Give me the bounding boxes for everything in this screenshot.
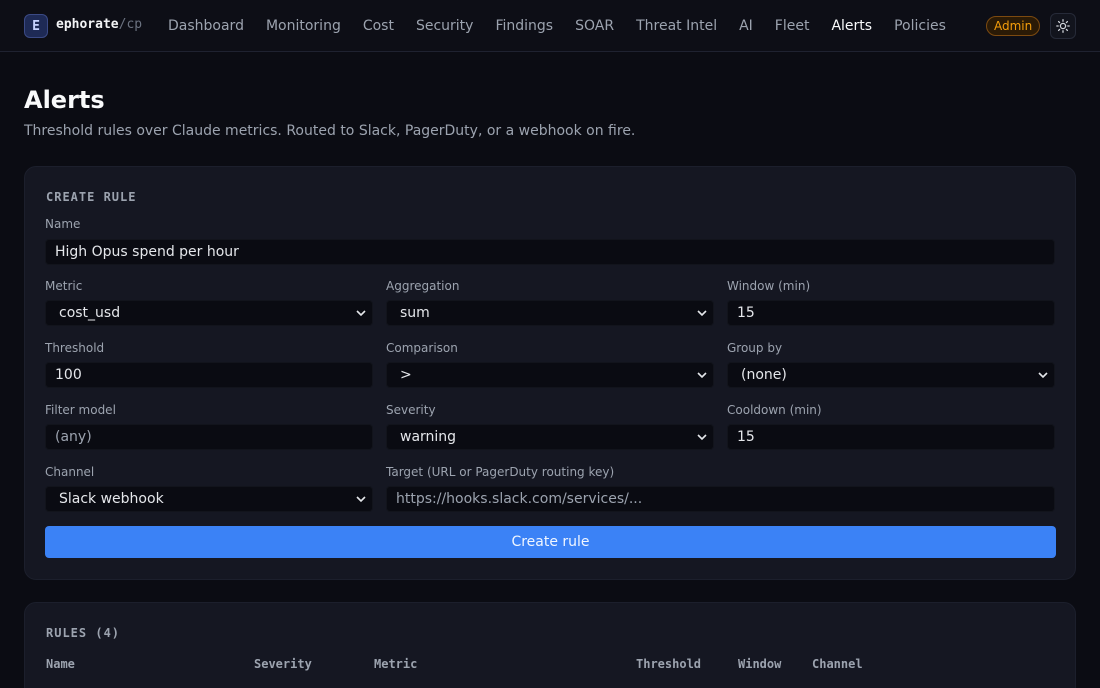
cooldown-label: Cooldown (min) xyxy=(727,403,822,417)
chevron-down-icon xyxy=(697,434,707,441)
nav-item-fleet[interactable]: Fleet xyxy=(775,18,810,34)
nav-item-soar[interactable]: SOAR xyxy=(575,18,614,34)
channel-label: Channel xyxy=(45,465,95,479)
threshold-label: Threshold xyxy=(45,341,105,355)
group-by-select-value: (none) xyxy=(741,367,787,383)
nav-item-ai[interactable]: AI xyxy=(739,18,753,34)
name-label: Name xyxy=(45,217,81,231)
sun-icon xyxy=(1056,19,1070,33)
metric-select[interactable]: cost_usd xyxy=(45,300,373,326)
create-rule-heading: CREATE RULE xyxy=(46,190,137,204)
chevron-down-icon xyxy=(697,372,707,379)
top-nav: E ephorate/cp Dashboard Monitoring Cost … xyxy=(0,0,1100,52)
theme-toggle-button[interactable] xyxy=(1050,13,1076,39)
severity-select[interactable]: warning xyxy=(386,424,714,450)
nav-item-security[interactable]: Security xyxy=(416,18,474,34)
create-rule-card: CREATE RULE Name High Opus spend per hou… xyxy=(24,166,1076,580)
metric-label: Metric xyxy=(45,279,83,293)
comparison-label: Comparison xyxy=(386,341,458,355)
aggregation-label: Aggregation xyxy=(386,279,460,293)
nav-menu: Dashboard Monitoring Cost Security Findi… xyxy=(168,0,968,52)
page-title: Alerts xyxy=(24,86,105,114)
logo-icon[interactable]: E xyxy=(24,14,48,38)
brand-name[interactable]: ephorate/cp xyxy=(56,17,142,32)
column-header-severity: Severity xyxy=(254,657,312,671)
column-header-threshold: Threshold xyxy=(636,657,702,671)
comparison-select[interactable]: > xyxy=(386,362,714,388)
rules-card: RULES (4) Name Severity Metric Threshold… xyxy=(24,602,1076,688)
create-rule-button[interactable]: Create rule xyxy=(45,526,1056,558)
window-input[interactable]: 15 xyxy=(727,300,1055,326)
nav-item-threat-intel[interactable]: Threat Intel xyxy=(636,18,717,34)
window-label: Window (min) xyxy=(727,279,811,293)
column-header-metric: Metric xyxy=(374,657,418,671)
nav-item-monitoring[interactable]: Monitoring xyxy=(266,18,341,34)
channel-select[interactable]: Slack webhook xyxy=(45,486,373,512)
group-by-select[interactable]: (none) xyxy=(727,362,1055,388)
target-label: Target (URL or PagerDuty routing key) xyxy=(386,465,615,479)
aggregation-select[interactable]: sum xyxy=(386,300,714,326)
column-header-name: Name xyxy=(46,657,75,671)
nav-item-cost[interactable]: Cost xyxy=(363,18,394,34)
threshold-input[interactable]: 100 xyxy=(45,362,373,388)
metric-select-value: cost_usd xyxy=(59,305,121,321)
group-by-label: Group by xyxy=(727,341,783,355)
filter-model-label: Filter model xyxy=(45,403,116,417)
channel-select-value: Slack webhook xyxy=(59,491,164,507)
severity-label: Severity xyxy=(386,403,436,417)
nav-item-policies[interactable]: Policies xyxy=(894,18,946,34)
target-input[interactable]: https://hooks.slack.com/services/... xyxy=(386,486,1055,512)
rules-heading: RULES (4) xyxy=(46,626,121,640)
chevron-down-icon xyxy=(697,310,707,317)
page-subtitle: Threshold rules over Claude metrics. Rou… xyxy=(24,123,636,139)
column-header-window: Window xyxy=(738,657,782,671)
chevron-down-icon xyxy=(356,310,366,317)
brand-text: ephorate xyxy=(56,17,119,32)
comparison-select-value: > xyxy=(400,367,412,383)
name-input[interactable]: High Opus spend per hour xyxy=(45,239,1055,265)
severity-select-value: warning xyxy=(400,429,457,445)
nav-item-dashboard[interactable]: Dashboard xyxy=(168,18,244,34)
cooldown-input[interactable]: 15 xyxy=(727,424,1055,450)
nav-item-findings[interactable]: Findings xyxy=(495,18,553,34)
filter-model-input[interactable]: (any) xyxy=(45,424,373,450)
brand-suffix: cp xyxy=(126,17,143,32)
column-header-channel: Channel xyxy=(812,657,863,671)
aggregation-select-value: sum xyxy=(400,305,430,321)
chevron-down-icon xyxy=(356,496,366,503)
role-badge: Admin xyxy=(986,16,1041,36)
nav-item-alerts[interactable]: Alerts xyxy=(831,18,872,34)
chevron-down-icon xyxy=(1038,372,1048,379)
